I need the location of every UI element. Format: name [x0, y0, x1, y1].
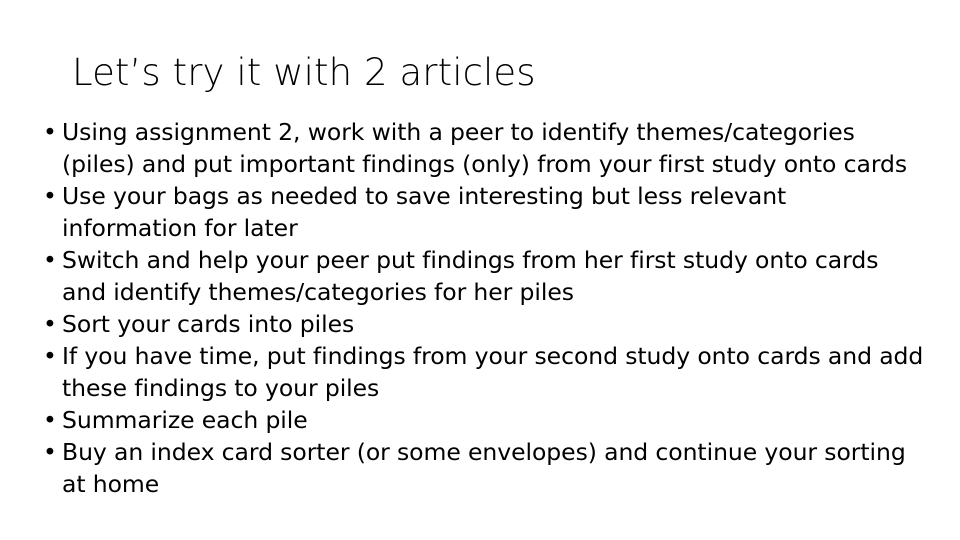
list-item: • Use your bags as needed to save intere… [36, 180, 926, 244]
bullet-icon: • [43, 118, 57, 146]
list-item-text: Using assignment 2, work with a peer to … [62, 118, 908, 178]
bullet-icon: • [43, 310, 57, 338]
list-item-text: If you have time, put findings from your… [62, 342, 924, 402]
presentation-slide: Let’s try it with 2 articles • Using ass… [0, 0, 960, 540]
list-item: • Buy an index card sorter (or some enve… [36, 436, 926, 500]
list-item-text: Summarize each pile [62, 406, 308, 434]
bullet-icon: • [43, 246, 57, 274]
list-item: • Using assignment 2, work with a peer t… [36, 116, 926, 180]
slide-bullet-list: • Using assignment 2, work with a peer t… [36, 116, 926, 500]
list-item-text: Use your bags as needed to save interest… [62, 182, 787, 242]
list-item: • Switch and help your peer put findings… [36, 244, 926, 308]
list-item: • Sort your cards into piles [36, 308, 926, 340]
list-item: • If you have time, put findings from yo… [36, 340, 926, 404]
list-item-text: Switch and help your peer put findings f… [62, 246, 879, 306]
bullet-icon: • [43, 438, 57, 466]
bullet-icon: • [43, 342, 57, 370]
list-item-text: Sort your cards into piles [62, 310, 355, 338]
bullet-icon: • [43, 406, 57, 434]
list-item: • Summarize each pile [36, 404, 926, 436]
slide-title: Let’s try it with 2 articles [72, 51, 536, 94]
bullet-icon: • [43, 182, 57, 210]
list-item-text: Buy an index card sorter (or some envelo… [62, 438, 906, 498]
